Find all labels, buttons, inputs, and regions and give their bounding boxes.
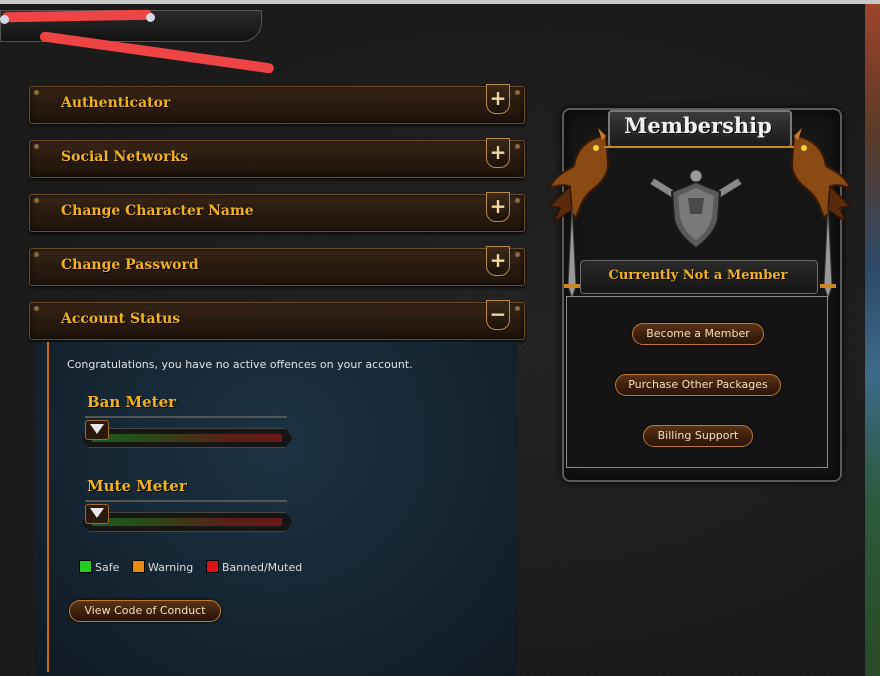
header-divider bbox=[604, 146, 794, 148]
membership-status: Currently Not a Member bbox=[608, 268, 788, 283]
legend-warning: Warning bbox=[132, 560, 193, 574]
ban-meter-title: Ban Meter bbox=[87, 393, 177, 411]
legend-label: Banned/Muted bbox=[222, 561, 303, 574]
ban-meter-bar bbox=[81, 428, 293, 448]
logo bbox=[0, 4, 280, 74]
legend-safe: Safe bbox=[79, 560, 119, 574]
expand-plus-icon[interactable]: + bbox=[486, 192, 510, 222]
accordion-title: Change Character Name bbox=[61, 203, 254, 219]
shield-crest-icon bbox=[649, 169, 743, 250]
accordion-title: Social Networks bbox=[61, 149, 189, 165]
mute-meter-fill bbox=[92, 518, 282, 526]
legend-label: Safe bbox=[95, 561, 120, 574]
account-status-panel: Congratulations, you have no active offe… bbox=[35, 342, 517, 676]
mute-meter-title: Mute Meter bbox=[87, 477, 187, 495]
right-sword-icon bbox=[820, 206, 836, 300]
redaction-dot bbox=[146, 13, 155, 22]
status-message: Congratulations, you have no active offe… bbox=[67, 358, 413, 371]
legend-banned: Banned/Muted bbox=[206, 560, 302, 574]
safe-swatch bbox=[79, 560, 92, 573]
accordion-title: Change Password bbox=[61, 257, 199, 273]
left-sword-icon bbox=[564, 206, 580, 300]
legend-label: Warning bbox=[148, 561, 194, 574]
accordion-title: Account Status bbox=[61, 311, 181, 327]
expand-plus-icon[interactable]: + bbox=[486, 246, 510, 276]
panel-divider bbox=[47, 342, 49, 672]
ban-meter-fill bbox=[92, 434, 282, 442]
accordion-account-status[interactable]: Account Status − bbox=[29, 300, 525, 340]
mute-meter-rule bbox=[85, 500, 287, 502]
accordion-authenticator[interactable]: Authenticator + bbox=[29, 84, 525, 124]
warning-swatch bbox=[132, 560, 145, 573]
purchase-packages-button[interactable]: Purchase Other Packages bbox=[615, 374, 781, 396]
accordion-change-character-name[interactable]: Change Character Name + bbox=[29, 192, 525, 232]
expand-plus-icon[interactable]: + bbox=[486, 84, 510, 114]
ban-meter-marker-icon bbox=[90, 424, 104, 434]
view-code-of-conduct-button[interactable]: View Code of Conduct bbox=[69, 600, 221, 622]
redaction-dot bbox=[0, 15, 9, 24]
become-member-button[interactable]: Become a Member bbox=[632, 323, 764, 345]
accordion-change-password[interactable]: Change Password + bbox=[29, 246, 525, 286]
mute-meter-bar bbox=[81, 512, 293, 532]
membership-title: Membership bbox=[624, 113, 772, 138]
expand-plus-icon[interactable]: + bbox=[486, 138, 510, 168]
accordion-social-networks[interactable]: Social Networks + bbox=[29, 138, 525, 178]
collapse-minus-icon[interactable]: − bbox=[486, 300, 510, 330]
mute-meter-marker-icon bbox=[90, 508, 104, 518]
accordion-title: Authenticator bbox=[61, 95, 171, 111]
banned-swatch bbox=[206, 560, 219, 573]
background-scenery-strip bbox=[865, 0, 880, 676]
membership-panel: Membership Currently Not a Member Become… bbox=[548, 96, 853, 482]
ban-meter-rule bbox=[85, 416, 287, 418]
billing-support-button[interactable]: Billing Support bbox=[643, 425, 753, 447]
